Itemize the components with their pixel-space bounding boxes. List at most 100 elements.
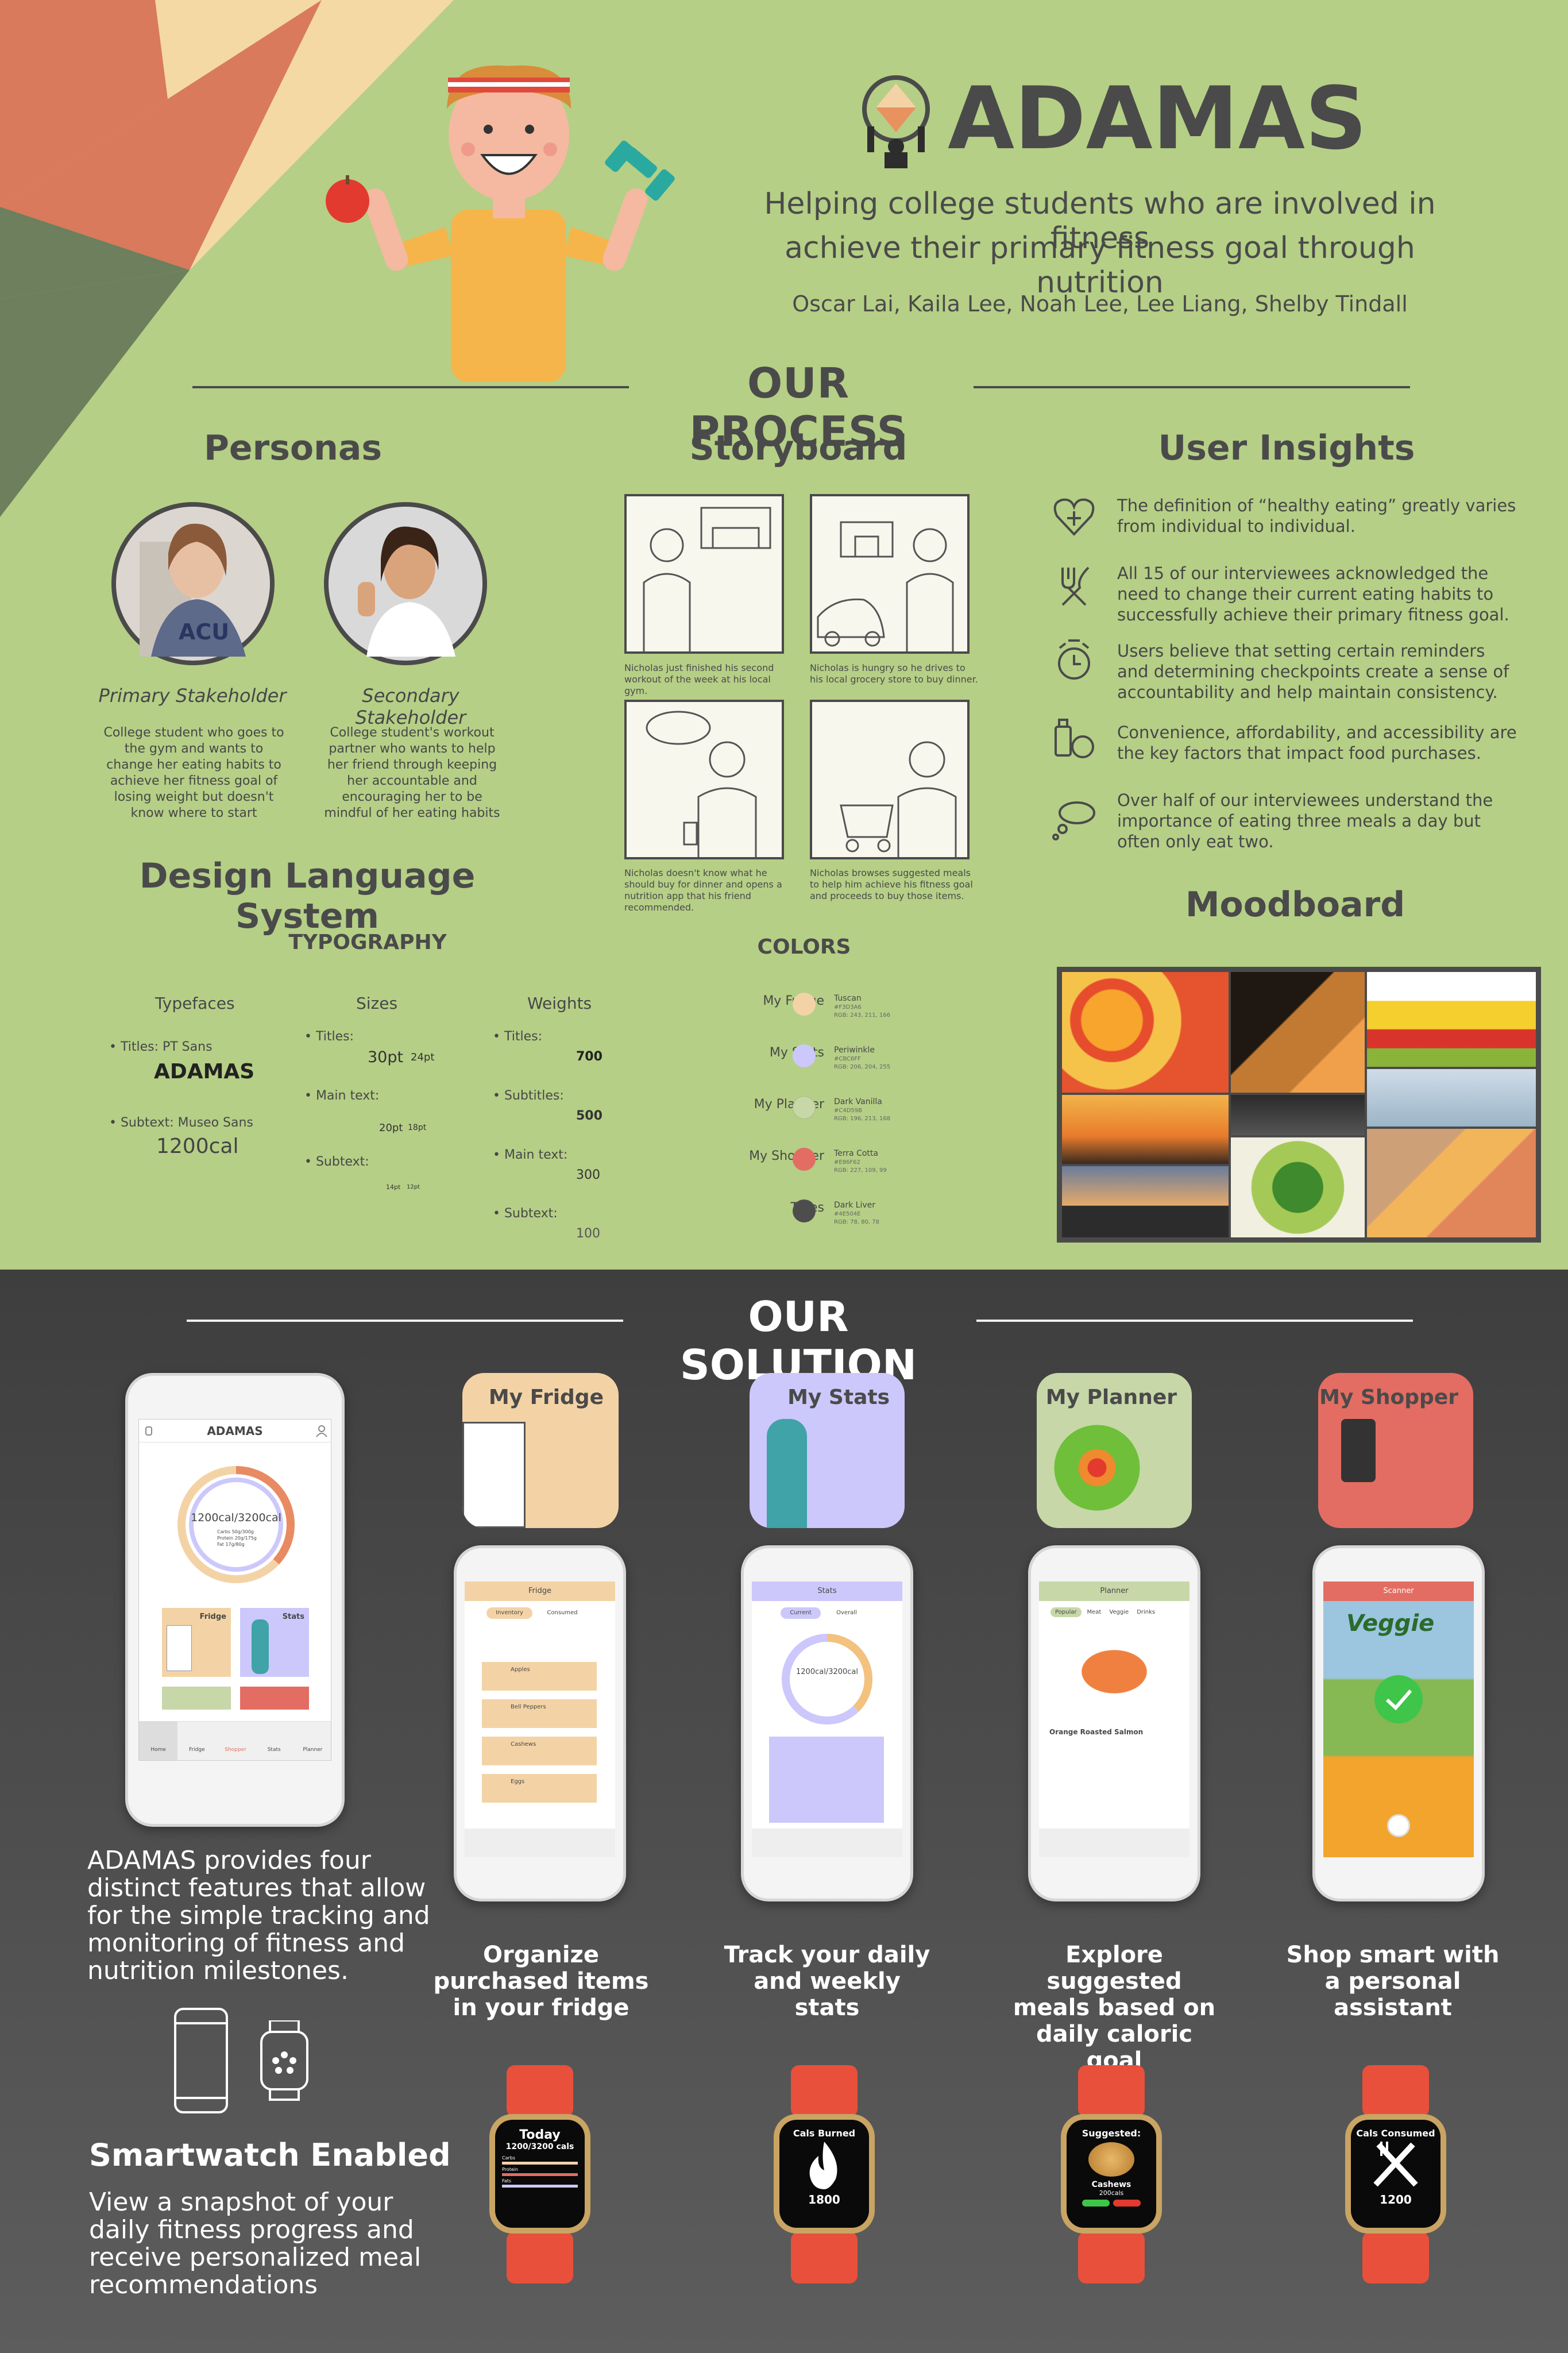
fridge-phone-mockup: Fridge Inventory Consumed Apples Bell Pe…	[454, 1545, 626, 1901]
color-hex: #E86F62	[834, 1159, 860, 1166]
svg-text:ACU: ACU	[179, 619, 229, 645]
color-name: Periwinkle	[834, 1046, 875, 1055]
color-hex: #F3D3A6	[834, 1004, 862, 1010]
hand-phone-icon	[1341, 1419, 1376, 1482]
nav-shopper[interactable]: Shopper	[216, 1722, 254, 1760]
size-titles-label: • Titles:	[304, 1029, 354, 1044]
tab-inventory[interactable]: Inventory	[486, 1607, 532, 1619]
mascot-illustration	[326, 65, 675, 382]
watch-shopper: Cals Consumed 1200	[1333, 2065, 1459, 2283]
thought-bubble-icon	[1052, 801, 1095, 840]
color-swatch-periwinkle	[793, 1044, 816, 1067]
watch-icon[interactable]	[142, 1424, 156, 1438]
tab-popular[interactable]: Popular	[1051, 1607, 1082, 1617]
weight-main-value: 300	[576, 1168, 600, 1182]
watch-value: 1200	[1380, 2193, 1412, 2207]
nav-home[interactable]: Home	[139, 1722, 178, 1760]
profile-icon[interactable]	[315, 1424, 329, 1438]
subtext-font: • Subtext: Museo Sans	[109, 1116, 253, 1130]
watch-strap-bottom	[507, 2232, 573, 2283]
secondary-stakeholder-label: Secondary Stakeholder	[355, 685, 466, 728]
utensils-icon	[1061, 566, 1090, 606]
sizes-header: Sizes	[356, 994, 398, 1013]
storyboard-frame-2	[810, 494, 970, 654]
decline-button[interactable]	[1113, 2200, 1141, 2207]
tab-current[interactable]: Current	[781, 1607, 821, 1619]
checkmark-icon	[1374, 1675, 1423, 1723]
colors-title: COLORS	[757, 935, 851, 959]
weight-sub-label: • Subtext:	[493, 1206, 558, 1221]
watch-body: Today 1200/3200 cals Carbs Protein Fats	[489, 2114, 590, 2234]
personas-title: Personas	[203, 428, 383, 468]
watch-face: Today 1200/3200 cals Carbs Protein Fats	[495, 2120, 585, 2228]
legend-fat: Fat 17g/80g	[217, 1542, 245, 1547]
watch-title: Cals Burned	[793, 2128, 856, 2139]
moodboard-title: Moodboard	[1185, 885, 1405, 925]
fridge-row[interactable]: Apples	[482, 1662, 597, 1691]
nav-planner[interactable]: Planner	[293, 1722, 331, 1760]
stats-bottom-nav	[752, 1829, 902, 1857]
fork-knife-icon	[1373, 2142, 1418, 2187]
home-screen: ADAMAS 1200cal/3200cal Carbs 50g/300g Pr…	[138, 1419, 331, 1761]
fridge-row[interactable]: Cashews	[482, 1737, 597, 1765]
stats-ring	[782, 1634, 872, 1725]
storyboard-caption-3: Nicholas doesn't know what he should buy…	[624, 867, 782, 913]
weight-titles-value: 700	[576, 1050, 603, 1064]
fridge-row-label: Eggs	[511, 1779, 525, 1785]
color-swatch-dark-vanilla	[793, 1096, 816, 1119]
size-main-value-2: 18pt	[408, 1123, 427, 1132]
secondary-persona-avatar	[324, 502, 487, 665]
color-swatch-terra-cotta	[793, 1148, 816, 1171]
tab-drinks[interactable]: Drinks	[1134, 1607, 1157, 1617]
planner-tile[interactable]	[162, 1687, 231, 1710]
color-row-shopper: My Shopper Terra Cotta #E86F62 RGB: 227,…	[678, 1137, 999, 1189]
stats-screen: Stats Current Overall 1200cal/3200cal	[752, 1581, 902, 1857]
nav-stats[interactable]: Stats	[255, 1722, 293, 1760]
tab-meat[interactable]: Meat	[1085, 1607, 1104, 1617]
color-rgb: RGB: 78, 80, 78	[834, 1219, 879, 1225]
shutter-button[interactable]	[1387, 1814, 1410, 1837]
titles-font: • Titles: PT Sans	[109, 1040, 213, 1054]
solution-description: ADAMAS provides four distinct features t…	[87, 1846, 430, 1985]
size-sub-label: • Subtext:	[304, 1155, 369, 1169]
legend-protein: Protein 20g/175g	[217, 1536, 257, 1541]
color-row-planner: My Planner Dark Vanilla #C4D59B RGB: 196…	[678, 1086, 999, 1137]
macro-legend: Carbs 50g/300g Protein 20g/175g Fat 17g/…	[217, 1529, 257, 1548]
my-fridge-card: My Fridge	[462, 1373, 619, 1528]
moodboard-climber-image	[1231, 972, 1365, 1093]
stats-table	[769, 1737, 884, 1823]
fridge-row[interactable]: Eggs	[482, 1774, 597, 1803]
storyboard-frame-3	[624, 700, 784, 859]
watch-stats: Cals Burned 1800	[761, 2065, 887, 2283]
shopper-tile[interactable]	[240, 1687, 309, 1710]
insight-5: Over half of our interviewees understand…	[1117, 790, 1493, 851]
storyboard-caption-2: Nicholas is hungry so he drives to his l…	[810, 662, 978, 685]
main-phone-mockup: ADAMAS 1200cal/3200cal Carbs 50g/300g Pr…	[125, 1373, 345, 1827]
tab-veggie[interactable]: Veggie	[1107, 1607, 1131, 1617]
weight-main-label: • Main text:	[493, 1148, 568, 1162]
stats-tile[interactable]: Stats	[240, 1608, 309, 1677]
stats-ring-text: 1200cal/3200cal	[796, 1668, 858, 1676]
tab-consumed[interactable]: Consumed	[539, 1607, 585, 1619]
watch-title: Cals Consumed	[1356, 2128, 1435, 2139]
color-rgb: RGB: 243, 211, 166	[834, 1012, 891, 1019]
solution-section: OUR SOLUTION ADAMAS 1200cal/3200cal Carb…	[0, 1270, 1568, 2353]
my-planner-card: My Planner	[1037, 1373, 1192, 1528]
heart-plus-icon	[1053, 498, 1095, 536]
accept-button[interactable]	[1082, 2200, 1110, 2207]
tab-overall[interactable]: Overall	[827, 1607, 867, 1619]
color-row-titles: Titles Dark Liver #4E504E RGB: 78, 80, 7…	[678, 1189, 999, 1241]
body-figure-illustration-icon	[767, 1419, 807, 1528]
smartwatch-description: View a snapshot of your daily fitness pr…	[89, 2188, 422, 2300]
solution-divider-right	[976, 1320, 1413, 1322]
calorie-ring	[177, 1466, 295, 1583]
adamas-logo-icon	[862, 75, 930, 168]
moodboard-runners-image	[1062, 1166, 1229, 1237]
fridge-row[interactable]: Bell Peppers	[482, 1699, 597, 1728]
fridge-bottom-nav	[465, 1829, 615, 1857]
process-section: ADAMAS Helping college students who are …	[0, 0, 1568, 1270]
planner-bottom-nav	[1039, 1829, 1189, 1857]
fridge-tile[interactable]: Fridge	[162, 1608, 231, 1677]
smartwatch-outline-icon	[260, 2020, 308, 2101]
nav-fridge[interactable]: Fridge	[177, 1722, 216, 1760]
